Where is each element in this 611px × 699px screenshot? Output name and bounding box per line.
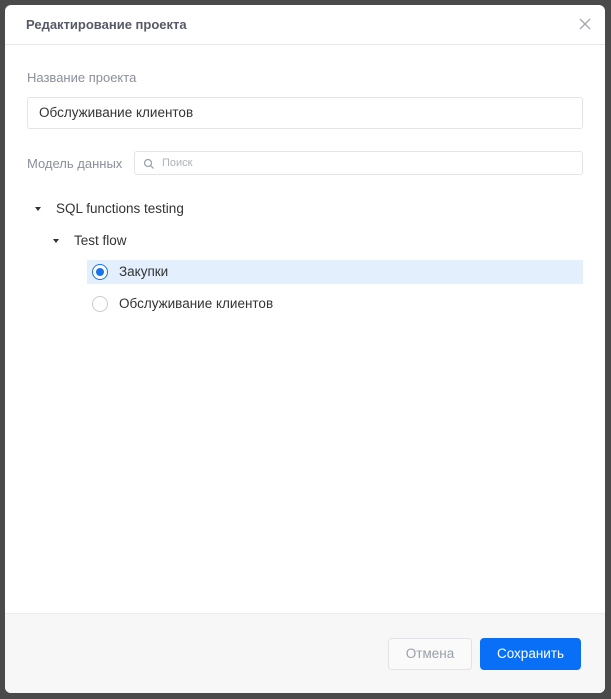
caret-down-icon[interactable]	[53, 239, 59, 243]
dialog-title: Редактирование проекта	[26, 17, 187, 32]
tree-node-label: Test flow	[74, 233, 127, 248]
data-model-label: Модель данных	[27, 156, 123, 171]
save-button[interactable]: Сохранить	[480, 638, 581, 670]
close-icon[interactable]	[577, 16, 593, 32]
tree-node-label: SQL functions testing	[56, 201, 184, 216]
radio-option-1[interactable]: Обслуживание клиентов	[87, 292, 583, 316]
radio-option-label: Обслуживание клиентов	[119, 296, 274, 311]
radio-button[interactable]	[92, 264, 108, 280]
search-icon	[143, 157, 155, 169]
tree-node-child[interactable]: Test flow	[51, 229, 351, 253]
edit-project-dialog: Редактирование проекта Название проекта …	[5, 5, 605, 693]
radio-button[interactable]	[92, 296, 108, 312]
radio-option-0[interactable]: Закупки	[87, 260, 583, 284]
search-input[interactable]: Поиск	[134, 151, 583, 175]
search-placeholder: Поиск	[162, 157, 193, 169]
dialog-footer: Отмена Сохранить	[5, 613, 605, 693]
cancel-button[interactable]: Отмена	[388, 638, 472, 670]
radio-option-label: Закупки	[119, 264, 169, 279]
dialog-header: Редактирование проекта	[5, 5, 605, 45]
tree-node-root[interactable]: SQL functions testing	[33, 197, 333, 221]
project-name-input[interactable]: Обслуживание клиентов	[27, 97, 583, 129]
project-name-label: Название проекта	[27, 70, 137, 85]
caret-down-icon[interactable]	[35, 207, 41, 211]
